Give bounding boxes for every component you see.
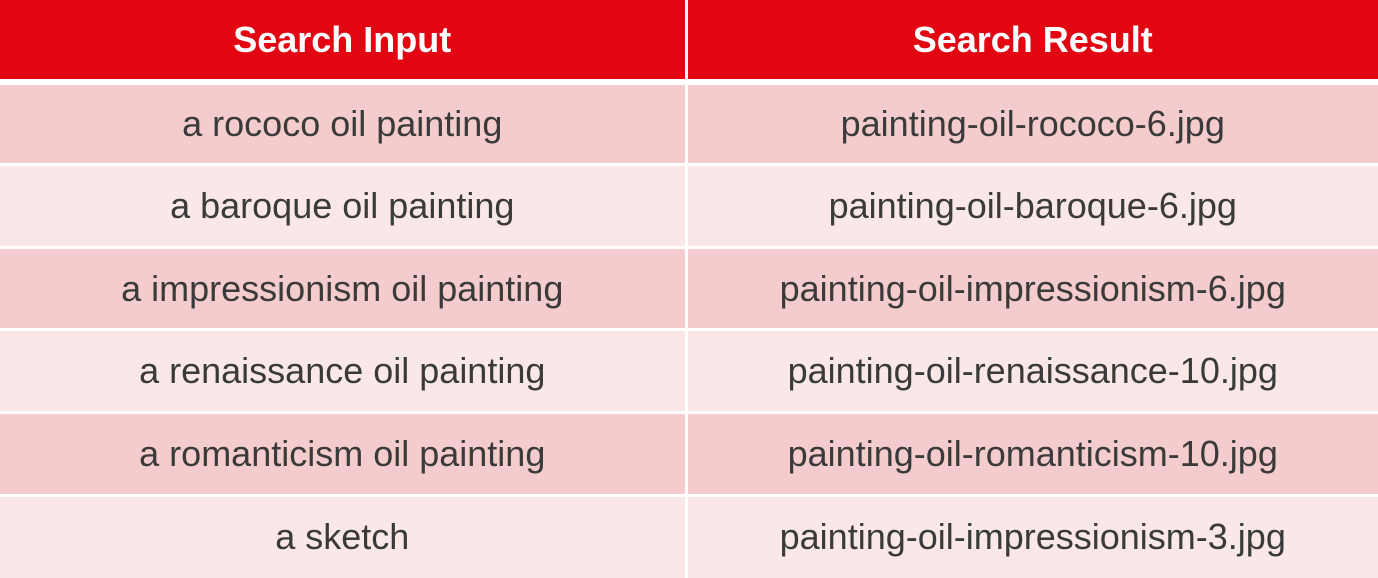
search-input-cell: a rococo oil painting [0,80,686,165]
table-body: a rococo oil painting painting-oil-rococ… [0,80,1378,578]
table-header: Search Input Search Result [0,0,1378,85]
search-input-cell: a baroque oil painting [0,163,686,248]
search-input-cell: a sketch [0,493,686,578]
search-input-cell: a renaissance oil painting [0,328,686,413]
table-row: a sketch painting-oil-impressionism-3.jp… [0,493,1378,578]
header-search-input: Search Input [0,0,686,85]
search-result-cell: painting-oil-baroque-6.jpg [684,163,1378,248]
table-row: a renaissance oil painting painting-oil-… [0,328,1378,413]
search-result-cell: painting-oil-rococo-6.jpg [684,80,1378,165]
header-search-result: Search Result [684,0,1378,85]
search-result-cell: painting-oil-romanticism-10.jpg [684,411,1378,496]
search-results-table: Search Input Search Result a rococo oil … [0,0,1378,578]
search-result-cell: painting-oil-impressionism-3.jpg [684,493,1378,578]
search-result-cell: painting-oil-impressionism-6.jpg [684,245,1378,330]
search-input-cell: a impressionism oil painting [0,245,686,330]
table-row: a baroque oil painting painting-oil-baro… [0,163,1378,248]
table-row: a rococo oil painting painting-oil-rococ… [0,80,1378,165]
table-row: a romanticism oil painting painting-oil-… [0,411,1378,496]
header-row: Search Input Search Result [0,0,1378,85]
search-result-cell: painting-oil-renaissance-10.jpg [684,328,1378,413]
table-row: a impressionism oil painting painting-oi… [0,245,1378,330]
search-input-cell: a romanticism oil painting [0,411,686,496]
